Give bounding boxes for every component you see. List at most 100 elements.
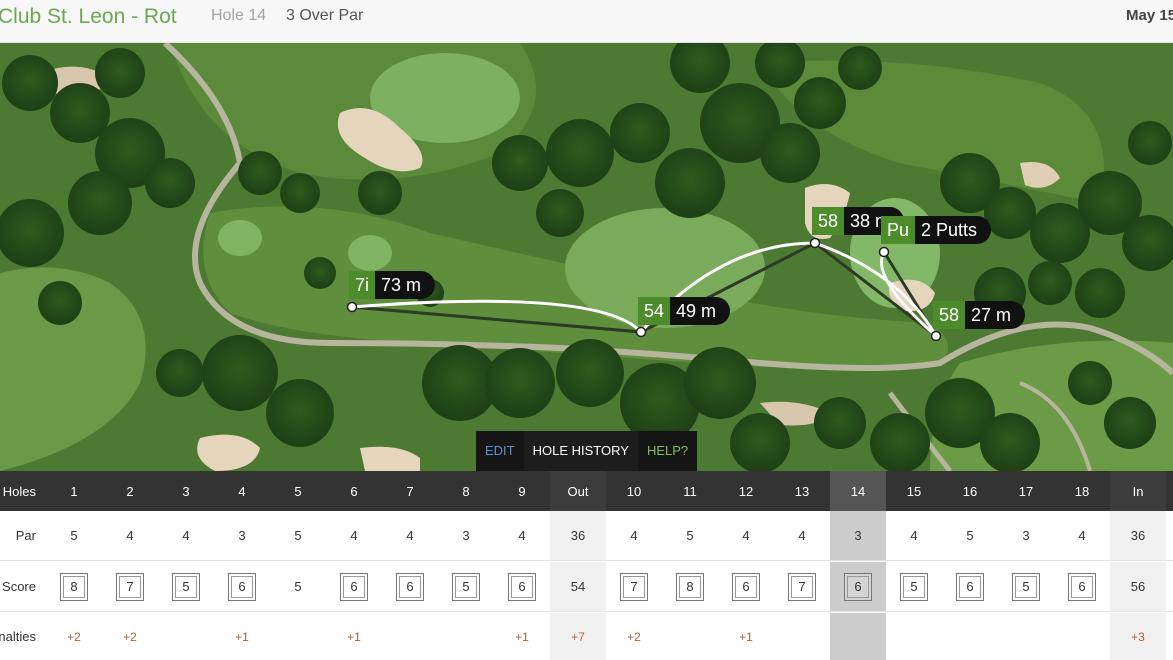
- score-cell-hole-17[interactable]: 5: [998, 562, 1054, 611]
- top-bar: Club St. Leon - Rot Hole 14 3 Over Par M…: [0, 0, 1173, 43]
- score-box[interactable]: 6: [340, 572, 368, 601]
- column-header-hole-13[interactable]: 13: [774, 471, 830, 511]
- par-cell-hole-15: 4: [910, 528, 918, 543]
- penalties-row: Penalties +2 +2 +1 +1 +1 +7 +2 +1 +3: [0, 613, 1173, 660]
- column-header-out: Out: [550, 471, 606, 511]
- score-box[interactable]: 6: [732, 572, 760, 601]
- shot-club: 7i: [349, 271, 376, 299]
- score-box[interactable]: 6: [396, 572, 424, 601]
- par-cell-hole-11: 5: [686, 528, 694, 543]
- score-cell-hole-6[interactable]: 6: [326, 562, 382, 611]
- column-header-hole-15[interactable]: 15: [886, 471, 942, 511]
- par-cell-hole-9: 4: [518, 528, 526, 543]
- score-cell-hole-14[interactable]: 6: [830, 562, 886, 611]
- score-box[interactable]: 5: [900, 572, 928, 601]
- penalty-cell-hole-5: [270, 613, 326, 660]
- par-cell-hole-17: 3: [1022, 528, 1030, 543]
- par-cell-hole-2: 4: [126, 528, 134, 543]
- column-header-hole-16[interactable]: 16: [942, 471, 998, 511]
- column-header-hole-17[interactable]: 17: [998, 471, 1054, 511]
- score-cell-hole-18[interactable]: 6: [1054, 562, 1110, 611]
- scorecard: Holes 1 2 3 4 5 6 7 8 9 Out 10 11 12 13 14 15 16 17 18 In P…: [0, 471, 1173, 660]
- penalty-cell-hole-2: +2: [123, 629, 137, 644]
- score-label: Score: [2, 579, 36, 594]
- par-cell-hole-3: 4: [182, 528, 190, 543]
- help-button[interactable]: HELP?: [638, 431, 697, 471]
- penalty-cell-out: +7: [550, 613, 606, 660]
- penalty-cell-hole-8: [438, 613, 494, 660]
- edit-button[interactable]: EDIT: [476, 431, 524, 471]
- penalty-cell-hole-15: [886, 613, 942, 660]
- column-header-hole-2[interactable]: 2: [102, 471, 158, 511]
- score-cell-hole-9[interactable]: 6: [494, 562, 550, 611]
- shot-label-1[interactable]: 7i 73 m: [349, 271, 436, 299]
- scorecard-header-row: Holes 1 2 3 4 5 6 7 8 9 Out 10 11 12 13 14 15 16 17 18 In: [0, 471, 1173, 511]
- score-box[interactable]: 6: [1068, 572, 1096, 601]
- penalties-label: Penalties: [0, 613, 46, 660]
- column-header-hole-5[interactable]: 5: [270, 471, 326, 511]
- score-cell-hole-2[interactable]: 7: [102, 562, 158, 611]
- penalty-cell-hole-1: +2: [67, 629, 81, 644]
- score-cell-hole-10[interactable]: 7: [606, 562, 662, 611]
- score-cell-hole-11[interactable]: 8: [662, 562, 718, 611]
- par-row: Par 5 4 4 3 5 4 4 3 4 36 4 5 4 4 3 4 5 3 4 36: [0, 511, 1173, 561]
- hole-result: 3 Over Par: [286, 7, 364, 24]
- score-box[interactable]: 7: [620, 572, 648, 601]
- shot-distance: 49 m: [676, 300, 717, 321]
- column-header-hole-11[interactable]: 11: [662, 471, 718, 511]
- par-cell-hole-18: 4: [1078, 528, 1086, 543]
- penalty-cell-hole-12: +1: [739, 629, 753, 644]
- score-cell-hole-12[interactable]: 6: [718, 562, 774, 611]
- holes-label: Holes: [2, 483, 36, 499]
- score-box[interactable]: 7: [116, 572, 144, 601]
- par-cell-hole-14: 3: [830, 511, 886, 560]
- score-box[interactable]: 7: [788, 572, 816, 601]
- score-box[interactable]: 6: [844, 572, 872, 601]
- hole-map[interactable]: 7i 73 m 54 49 m 58 38 m Pu 2 Putts 58 27…: [0, 43, 1173, 471]
- column-header-hole-7[interactable]: 7: [382, 471, 438, 511]
- score-box[interactable]: 6: [508, 572, 536, 601]
- score-box[interactable]: 5: [452, 572, 480, 601]
- par-label: Par: [15, 528, 36, 543]
- score-box[interactable]: 8: [676, 572, 704, 601]
- column-header-hole-18[interactable]: 18: [1054, 471, 1110, 511]
- column-header-hole-4[interactable]: 4: [214, 471, 270, 511]
- score-cell-hole-16[interactable]: 6: [942, 562, 998, 611]
- score-cell-hole-8[interactable]: 5: [438, 562, 494, 611]
- par-cell-hole-5: 5: [294, 528, 302, 543]
- score-box[interactable]: 6: [228, 572, 256, 601]
- score-cell-hole-3[interactable]: 5: [158, 562, 214, 611]
- shot-label-2[interactable]: 54 49 m: [638, 297, 731, 325]
- round-date: May 15: [1126, 7, 1173, 24]
- shot-label-5[interactable]: 58 27 m: [933, 301, 1026, 329]
- column-header-hole-1[interactable]: 1: [46, 471, 102, 511]
- column-header-hole-12[interactable]: 12: [718, 471, 774, 511]
- score-cell-in: 56: [1110, 562, 1166, 611]
- column-header-hole-10[interactable]: 10: [606, 471, 662, 511]
- score-box[interactable]: 5: [1012, 572, 1040, 601]
- par-cell-out: 36: [550, 511, 606, 560]
- column-header-hole-9[interactable]: 9: [494, 471, 550, 511]
- score-cell-hole-4[interactable]: 6: [214, 562, 270, 611]
- score-cell-hole-15[interactable]: 5: [886, 562, 942, 611]
- penalty-cell-hole-7: [382, 613, 438, 660]
- par-cell-hole-12: 4: [742, 528, 750, 543]
- column-header-hole-3[interactable]: 3: [158, 471, 214, 511]
- score-cell-hole-7[interactable]: 6: [382, 562, 438, 611]
- score-box[interactable]: 5: [172, 572, 200, 601]
- par-cell-hole-7: 4: [406, 528, 414, 543]
- column-header-hole-8[interactable]: 8: [438, 471, 494, 511]
- score-box[interactable]: 6: [956, 572, 984, 601]
- column-header-hole-14[interactable]: 14: [830, 471, 886, 511]
- par-cell-in: 36: [1110, 511, 1166, 560]
- score-cell-hole-5[interactable]: 5: [270, 562, 326, 611]
- score-box[interactable]: 8: [60, 572, 88, 601]
- penalty-cell-hole-18: [1054, 613, 1110, 660]
- score-cell-hole-13[interactable]: 7: [774, 562, 830, 611]
- hole-history-button[interactable]: HOLE HISTORY: [523, 431, 638, 471]
- shot-label-putt[interactable]: Pu 2 Putts: [881, 216, 992, 244]
- score-cell-hole-1[interactable]: 8: [46, 562, 102, 611]
- penalties-label-text: Penalties: [0, 629, 36, 644]
- column-header-hole-6[interactable]: 6: [326, 471, 382, 511]
- par-cell-hole-1: 5: [70, 528, 78, 543]
